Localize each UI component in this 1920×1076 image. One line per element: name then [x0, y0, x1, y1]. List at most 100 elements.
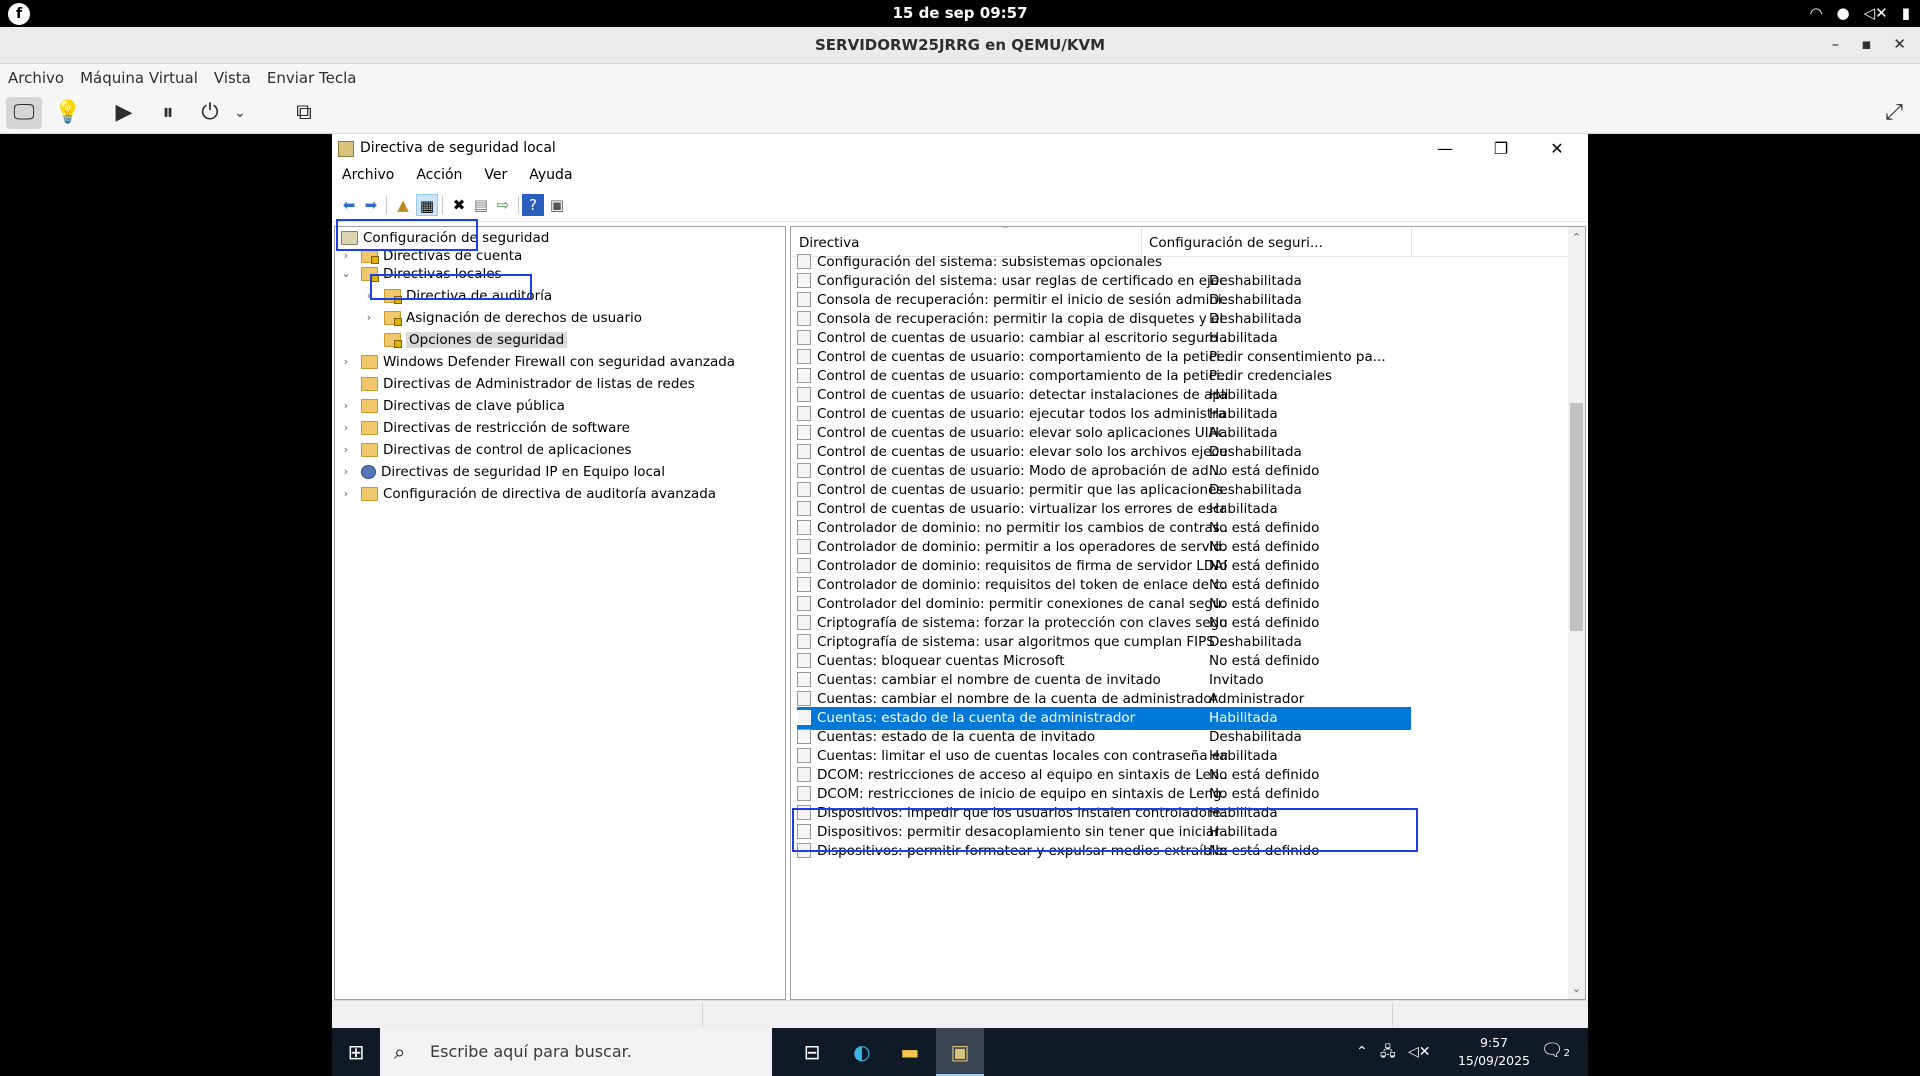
menu-accion[interactable]: Acción [416, 164, 462, 188]
scroll-down-icon[interactable]: ⌄ [1568, 982, 1585, 995]
folder-icon [361, 249, 379, 264]
guest-display[interactable]: Directiva de seguridad local — ❐ ✕ Archi… [332, 134, 1588, 1076]
chevron-right-icon[interactable]: › [362, 285, 376, 307]
taskbar-search-box[interactable]: ⌕ Escribe aquí para buscar. [380, 1028, 772, 1076]
delete-icon[interactable]: ✖ [448, 194, 470, 216]
show-action-pane-icon[interactable]: ▣ [546, 194, 568, 216]
network-icon[interactable]: 🖧 [1380, 1028, 1396, 1076]
minimize-icon[interactable]: – [1832, 35, 1840, 53]
chevron-right-icon[interactable]: › [339, 461, 353, 483]
edge-browser-icon[interactable]: ◐ [838, 1028, 886, 1076]
tree-item-clave-publica[interactable]: › Directivas de clave pública [344, 395, 565, 417]
secpol-app-icon [338, 141, 354, 157]
vertical-scrollbar[interactable]: ⌃ ⌄ [1568, 227, 1585, 999]
column-header-directiva[interactable]: Directiva [799, 235, 859, 251]
policy-icon [797, 653, 811, 668]
chevron-right-icon[interactable]: › [339, 439, 353, 461]
folder-icon [361, 399, 378, 413]
properties-icon[interactable]: ▤ [470, 194, 492, 216]
up-folder-icon[interactable]: ▲ [392, 194, 414, 216]
security-config-icon [341, 231, 358, 245]
policy-icon [797, 596, 811, 611]
tree-item-control-aplicaciones[interactable]: › Directivas de control de aplicaciones [344, 439, 632, 461]
tree-item-directivas-locales[interactable]: ⌄ Directivas locales [341, 263, 502, 285]
file-explorer-icon[interactable]: ▬ [886, 1028, 934, 1076]
tree-item-directiva-auditoria[interactable]: › Directiva de auditoría [367, 285, 552, 307]
policy-icon [797, 425, 811, 440]
run-icon[interactable]: ▶ [106, 97, 142, 129]
search-icon: ⌕ [394, 1040, 406, 1064]
power-dropdown-chevron-icon[interactable]: ⌄ [230, 97, 250, 129]
vm-menu-archivo[interactable]: Archivo [8, 64, 74, 92]
tree-item-auditoria-avanzada[interactable]: › Configuración de directiva de auditoría… [344, 483, 716, 505]
policy-icon [797, 444, 811, 459]
scroll-up-icon[interactable]: ⌃ [1568, 231, 1585, 244]
tree-pane[interactable]: Configuración de seguridad › Directivas d… [334, 226, 786, 1000]
policy-icon [797, 273, 811, 288]
column-header-configuracion[interactable]: Configuración de seguri... [1149, 235, 1323, 251]
tree-item-opciones-seguridad[interactable]: Opciones de seguridad [384, 329, 568, 351]
tree-item-seguridad-ip[interactable]: › Directivas de seguridad IP en Equipo lo… [344, 461, 665, 483]
menu-ver[interactable]: Ver [484, 164, 507, 188]
task-view-icon[interactable]: ⊟ [788, 1028, 836, 1076]
policy-list-pane[interactable]: ⌃ Directiva Configuración de seguri... C… [790, 226, 1586, 1000]
microphone-icon[interactable]: ● [1837, 4, 1850, 22]
policy-icon [797, 539, 811, 554]
battery-icon[interactable]: ▮ [1902, 4, 1910, 22]
minimize-icon[interactable]: — [1422, 134, 1468, 164]
pause-icon[interactable]: ⏸ [150, 97, 186, 129]
policy-icon [797, 501, 811, 516]
volume-muted-icon[interactable]: ◁✕ [1864, 4, 1888, 22]
fullscreen-icon[interactable]: ⤢ [1876, 97, 1912, 129]
export-list-icon[interactable]: ⇨ [492, 194, 514, 216]
vm-menubar: Archivo Máquina Virtual Vista Enviar Tec… [0, 64, 1920, 92]
windows-start-icon[interactable]: ⊞ [332, 1028, 380, 1076]
show-tree-icon[interactable]: ▦ [416, 194, 438, 216]
secpol-title: Directiva de seguridad local [360, 140, 556, 156]
notifications-icon[interactable]: 🗨2 [1541, 1040, 1570, 1061]
forward-arrow-icon[interactable]: ➡ [360, 194, 382, 216]
tree-item-restriccion-software[interactable]: › Directivas de restricción de software [344, 417, 630, 439]
help-icon[interactable]: ? [522, 194, 544, 216]
policy-icon [797, 710, 811, 725]
close-icon[interactable]: ✕ [1893, 35, 1906, 53]
maximize-icon[interactable]: ▪ [1861, 35, 1871, 53]
show-hidden-icons-chevron-icon[interactable]: ⌃ [1356, 1028, 1368, 1076]
table-row[interactable]: Dispositivos: permitir formatear y expul… [797, 840, 1417, 863]
chevron-right-icon[interactable]: › [362, 307, 376, 329]
tree-item-windows-defender-firewall[interactable]: › Windows Defender Firewall con seguridad… [344, 351, 735, 373]
chevron-right-icon[interactable]: › [339, 395, 353, 417]
back-arrow-icon[interactable]: ⬅ [338, 194, 360, 216]
details-lightbulb-icon[interactable]: 💡 [50, 97, 86, 129]
secpol-window: Directiva de seguridad local — ❐ ✕ Archi… [332, 134, 1588, 1028]
taskbar-time: 9:57 [1479, 1035, 1509, 1050]
snapshots-icon[interactable]: ⧉ [286, 97, 322, 129]
scrollbar-thumb[interactable] [1570, 403, 1583, 631]
power-icon[interactable]: ⏻ [192, 97, 228, 129]
tree-item-listas-de-redes[interactable]: Directivas de Administrador de listas de… [361, 373, 695, 395]
wifi-icon[interactable]: ◠ [1809, 4, 1822, 22]
vm-menu-enviar-tecla[interactable]: Enviar Tecla [267, 64, 367, 92]
folder-icon [361, 267, 379, 282]
chevron-right-icon[interactable]: › [339, 351, 353, 373]
tree-item-asignacion-derechos[interactable]: › Asignación de derechos de usuario [367, 307, 642, 329]
system-tray[interactable]: ◠ ● ◁✕ ▮ [1809, 4, 1910, 22]
chevron-down-icon[interactable]: ⌄ [339, 263, 353, 285]
menu-archivo[interactable]: Archivo [342, 164, 394, 188]
gnome-clock[interactable]: 15 de sep 09:57 [0, 4, 1920, 22]
policy-icon [797, 729, 811, 744]
close-icon[interactable]: ✕ [1534, 134, 1580, 164]
gnome-top-bar: f 15 de sep 09:57 ◠ ● ◁✕ ▮ [0, 0, 1920, 27]
policy-icon [797, 254, 811, 269]
chevron-right-icon[interactable]: › [339, 417, 353, 439]
restore-icon[interactable]: ❐ [1478, 134, 1524, 164]
menu-ayuda[interactable]: Ayuda [529, 164, 572, 188]
folder-icon [384, 289, 402, 304]
chevron-right-icon[interactable]: › [339, 483, 353, 505]
console-icon[interactable]: 🖵 [6, 97, 42, 129]
vm-menu-vista[interactable]: Vista [214, 64, 261, 92]
taskbar-clock[interactable]: 9:57 15/09/2025 [1458, 1034, 1530, 1070]
vm-menu-maquina-virtual[interactable]: Máquina Virtual [80, 64, 208, 92]
secpol-taskbar-icon[interactable]: ▣ [936, 1028, 984, 1076]
volume-muted-icon[interactable]: ◁✕ [1408, 1028, 1431, 1076]
